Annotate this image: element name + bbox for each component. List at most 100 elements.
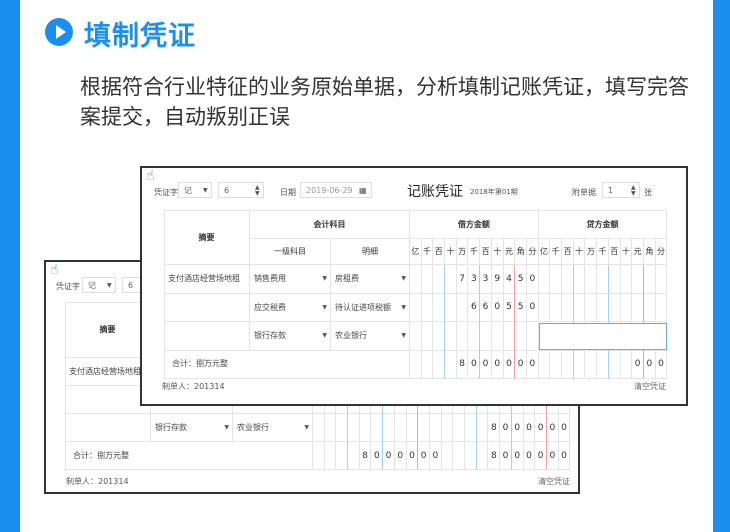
amount-digit: 5 (515, 293, 527, 322)
amount-digit (348, 414, 360, 442)
amount-digit (421, 293, 434, 322)
header-level1-account: 一级科目 (250, 239, 331, 265)
amount-digit (476, 414, 489, 442)
voucher-number-input[interactable]: 6 ▲ ▼ (218, 182, 264, 198)
level1-account-select[interactable]: 应交税费 ▼ (250, 293, 331, 322)
unit-header: 十 (573, 239, 586, 265)
amount-digit (324, 442, 337, 470)
amount-digit (410, 293, 422, 322)
amount-digit (433, 265, 446, 294)
unit-header: 百 (562, 239, 574, 265)
amount-digit: 0 (383, 442, 395, 470)
amount-digit (562, 293, 574, 322)
clear-voucher-link[interactable]: 清空凭证 (634, 381, 666, 392)
amount-digit: 3 (468, 265, 481, 294)
amount-digit (410, 350, 422, 379)
detail-account-select[interactable]: 房租费 ▼ (331, 265, 410, 294)
stepper-icon[interactable]: ▲ ▼ (631, 185, 636, 197)
unit-header: 十 (445, 239, 457, 265)
amount-digit (608, 293, 621, 322)
amount-digit (585, 293, 598, 322)
unit-header: 十 (491, 239, 504, 265)
amount-digit: 0 (547, 414, 559, 442)
summary-cell[interactable] (65, 414, 151, 442)
amount-digit: 0 (535, 414, 547, 442)
summary-cell[interactable]: 支付酒店经营场地租 (65, 358, 151, 386)
amount-digit (550, 350, 563, 379)
amount-digit: 0 (547, 442, 559, 470)
unit-header: 角 (644, 239, 656, 265)
summary-cell[interactable] (164, 293, 250, 322)
amount-digit (597, 350, 609, 379)
amount-digit (632, 293, 644, 322)
level1-account-select[interactable]: 银行存款 ▼ (151, 414, 233, 442)
amount-digit (608, 265, 621, 294)
voucher-word-label: 凭证字 (154, 188, 178, 197)
caret-down-icon: ▼ (107, 282, 112, 289)
unit-header: 角 (515, 239, 527, 265)
credit-amount-input[interactable] (538, 323, 668, 350)
voucher-word-value: 记 (184, 185, 192, 195)
unit-header: 百 (433, 239, 446, 265)
amount-digit (585, 265, 598, 294)
total-label: 合计：捌万元整 (65, 442, 313, 470)
amount-digit: 0 (394, 442, 407, 470)
amount-digit (421, 322, 434, 351)
header-account: 会计科目 (250, 210, 410, 239)
voucher-number-value: 6 (224, 185, 230, 195)
amount-digit (644, 293, 656, 322)
amount-digit (348, 442, 360, 470)
detail-account-select[interactable]: 农业银行 ▼ (331, 322, 410, 351)
header-summary: 摘要 (164, 210, 250, 265)
calendar-icon[interactable]: ▦ (359, 186, 367, 195)
clear-voucher-link[interactable]: 清空凭证 (538, 476, 570, 487)
voucher-period: 2018年第01期 (470, 188, 518, 196)
voucher-word-select[interactable]: 记 ▼ (178, 182, 212, 198)
summary-cell[interactable]: 支付酒店经营场地租 (164, 265, 250, 294)
amount-digit (491, 322, 504, 351)
amount-digit (597, 265, 609, 294)
summary-cell[interactable] (65, 386, 151, 414)
date-input[interactable]: 2019-06-29 ▦ (300, 182, 372, 198)
detail-account-select[interactable]: 农业银行 ▼ (233, 414, 313, 442)
level1-account-select[interactable]: 银行存款 ▼ (250, 322, 331, 351)
amount-digit (608, 350, 621, 379)
unit-header: 万 (585, 239, 598, 265)
amount-digit (453, 414, 466, 442)
amount-digit (465, 414, 477, 442)
amount-digit: 0 (371, 442, 384, 470)
detail-value: 农业银行 (335, 331, 367, 341)
unit-header: 千 (421, 239, 434, 265)
section-description: 根据符合行业特征的业务原始单据，分析填制记账凭证，填写完答案提交，自动叛别正误 (80, 75, 689, 129)
detail-account-select[interactable]: 待认证进项税额 ▼ (331, 293, 410, 322)
amount-digit (465, 442, 477, 470)
amount-digit: 0 (515, 350, 527, 379)
amount-digit (371, 414, 384, 442)
amount-digit (430, 414, 442, 442)
amount-digit: 0 (655, 350, 668, 379)
amount-digit (410, 322, 422, 351)
amount-digit (632, 265, 644, 294)
unit-header: 十 (620, 239, 633, 265)
hand-cursor-icon: ☝ (50, 262, 59, 278)
stepper-icon[interactable]: ▲ ▼ (255, 185, 260, 197)
amount-digit (418, 414, 430, 442)
level1-account-select[interactable]: 销售费用 ▼ (250, 265, 331, 294)
unit-header: 万 (456, 239, 469, 265)
amount-digit (456, 293, 469, 322)
amount-digit (597, 293, 609, 322)
amount-digit (359, 414, 372, 442)
amount-digit: 0 (491, 293, 504, 322)
attachments-input[interactable]: 1 ▲ ▼ (602, 182, 640, 198)
amount-digit (445, 350, 457, 379)
voucher-word-select[interactable]: 记 ▼ (82, 277, 116, 293)
unit-header: 千 (468, 239, 481, 265)
amount-digit (538, 265, 551, 294)
amount-digit (456, 322, 469, 351)
amount-digit (476, 442, 489, 470)
summary-cell[interactable] (164, 322, 250, 351)
caret-down-icon: ▼ (224, 424, 229, 431)
amount-digit: 9 (491, 265, 504, 294)
amount-digit (538, 350, 551, 379)
amount-digit (433, 350, 446, 379)
